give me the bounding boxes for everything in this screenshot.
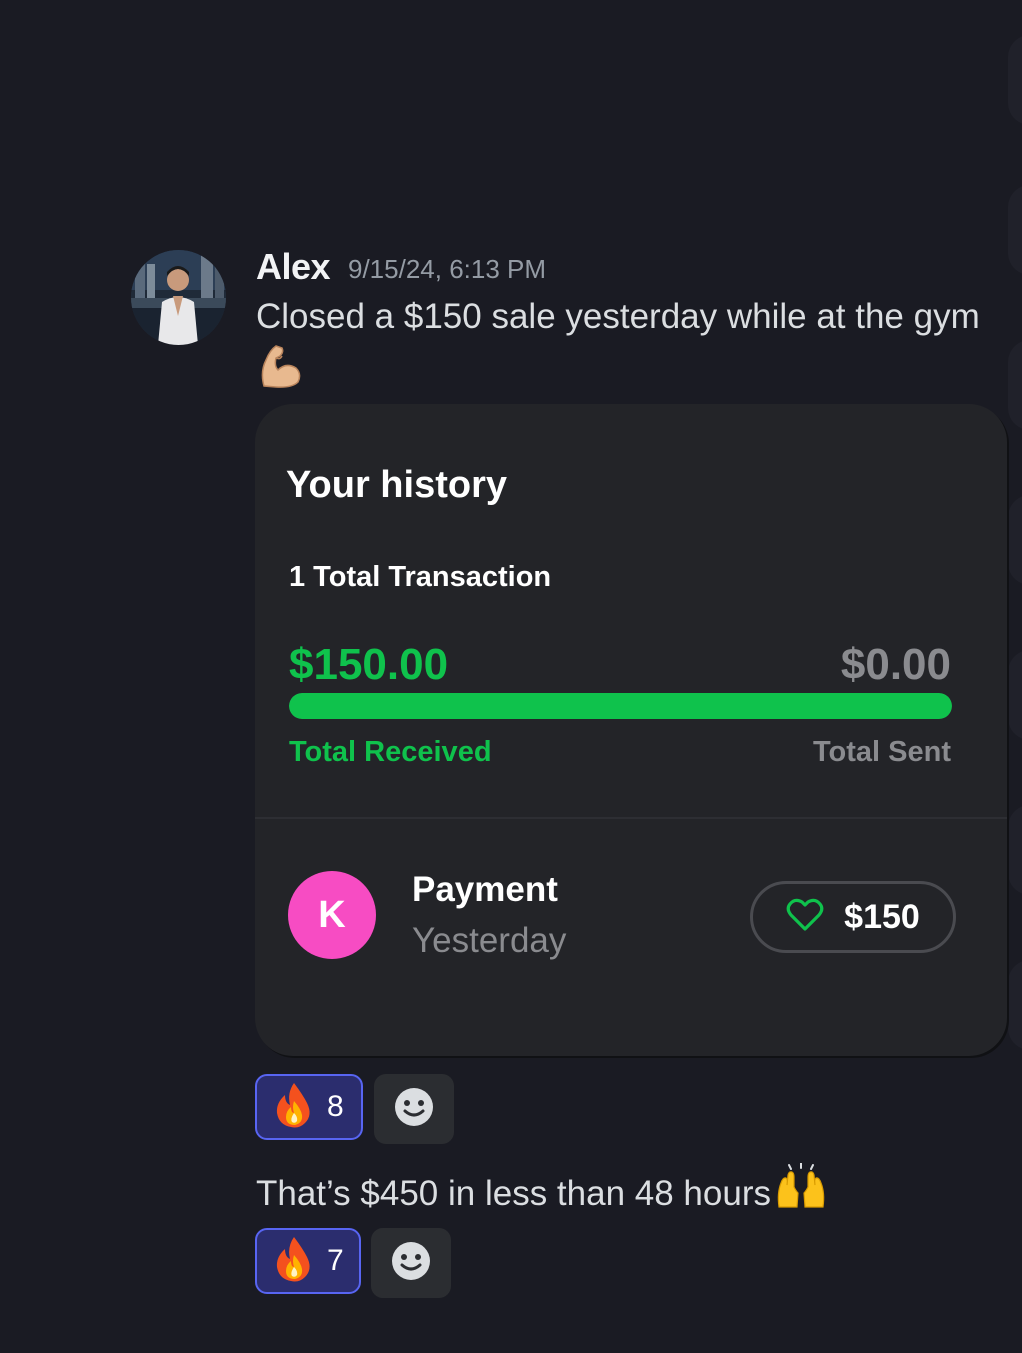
raising-hands-icon [775,1162,827,1220]
payment-amount: $150 [844,897,920,936]
heart-icon [786,898,824,937]
avatar-photo [131,250,226,345]
card-title: Your history [286,464,507,506]
scroll-nub [1008,185,1022,275]
received-sent-bar [289,693,952,719]
payer-avatar: K [288,871,376,959]
received-bar-fill [289,693,952,719]
fire-reaction-button[interactable]: 8 [255,1074,363,1140]
scroll-nub [1008,805,1022,895]
transaction-count: 1 Total Transaction [289,561,552,593]
reaction-count: 7 [327,1244,344,1277]
add-reaction-button[interactable] [374,1074,454,1144]
payment-history-card: Your history 1 Total Transaction $150.00… [255,404,1007,1056]
scroll-nub [1008,35,1022,125]
message-text: Closed a $150 sale yesterday while at th… [256,297,980,336]
scroll-nub [1008,340,1022,430]
payment-title: Payment [412,870,558,909]
chat-view: Alex 9/15/24, 6:13 PM Closed a $150 sale… [0,0,1022,1353]
message-timestamp: 9/15/24, 6:13 PM [348,254,547,284]
scroll-nub [1008,960,1022,1050]
card-divider [255,817,1007,819]
fire-icon [273,1235,315,1288]
scroll-nub [1008,650,1022,740]
fire-reaction-button[interactable]: 7 [255,1228,361,1294]
smiley-icon [393,1086,435,1133]
followup-text: That’s $450 in less than 48 hours [256,1174,771,1213]
author-name[interactable]: Alex [256,246,331,288]
payer-initial: K [318,893,346,936]
reaction-count: 8 [327,1090,344,1123]
payment-date: Yesterday [412,921,567,960]
smiley-icon [390,1240,432,1287]
scroll-nub [1008,495,1022,585]
author-avatar[interactable] [131,250,226,345]
payment-amount-pill[interactable]: $150 [750,881,956,953]
received-label: Total Received [289,736,492,768]
sent-amount: $0.00 [840,640,951,689]
fire-icon [273,1081,315,1134]
followup-message-text: That’s $450 in less than 48 hours [256,1162,827,1220]
received-amount: $150.00 [289,640,449,689]
flexed-biceps-icon [256,342,304,390]
sent-label: Total Sent [812,736,951,768]
add-reaction-button[interactable] [371,1228,451,1298]
